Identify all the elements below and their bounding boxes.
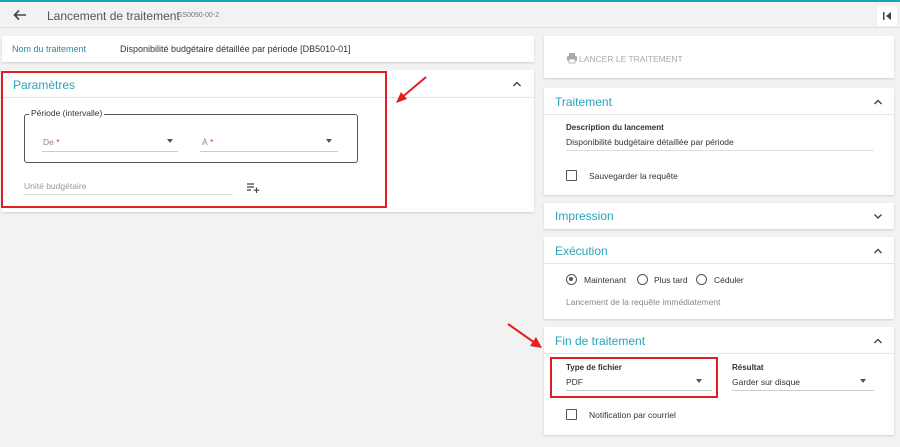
skip-left-icon	[883, 12, 891, 20]
annotation-arrow-icon	[507, 323, 542, 348]
radio-maintenant-label: Maintenant	[584, 275, 627, 285]
launch-card: LANCER LE TRAITEMENT	[544, 36, 894, 78]
launch-button[interactable]: LANCER LE TRAITEMENT	[566, 52, 726, 66]
execution-info: Lancement de la requête immédiatement	[566, 297, 721, 307]
traitement-name-card: Nom du traitement Disponibilité budgétai…	[2, 36, 534, 62]
collapse-panel-button[interactable]	[877, 6, 897, 26]
resultat-label: Résultat	[732, 363, 764, 372]
traitement-title: Traitement	[555, 95, 612, 109]
chevron-down-icon[interactable]	[873, 211, 883, 221]
chevron-up-icon[interactable]	[873, 246, 883, 256]
app-header: Lancement de traitement GS0090-00-2	[0, 2, 900, 28]
arrow-left-icon[interactable]	[12, 7, 28, 23]
traitement-separator	[544, 114, 894, 115]
page-title: Lancement de traitement	[47, 9, 180, 23]
radio-plus-tard[interactable]	[637, 274, 648, 285]
chevron-up-icon[interactable]	[873, 97, 883, 107]
annotation-box-type-fichier	[550, 357, 718, 398]
notification-checkbox[interactable]	[566, 409, 577, 420]
caret-down-icon[interactable]	[860, 379, 866, 383]
description-label: Description du lancement	[566, 123, 664, 132]
save-query-label: Sauvegarder la requête	[589, 171, 678, 181]
launch-button-label: LANCER LE TRAITEMENT	[579, 54, 683, 64]
execution-card: Exécution Maintenant Plus tard Céduler L…	[544, 237, 894, 319]
save-query-checkbox[interactable]	[566, 170, 577, 181]
chevron-up-icon[interactable]	[512, 79, 522, 89]
annotation-box-parametres	[1, 71, 387, 208]
traitement-card: Traitement Description du lancement Disp…	[544, 88, 894, 195]
description-underline	[566, 150, 874, 151]
resultat-value: Garder sur disque	[732, 377, 801, 387]
annotation-arrow-icon	[396, 76, 427, 103]
description-value[interactable]: Disponibilité budgétaire détaillée par p…	[566, 137, 734, 147]
traitement-name-value: Disponibilité budgétaire détaillée par p…	[120, 44, 351, 54]
radio-maintenant[interactable]	[566, 274, 577, 285]
radio-ceduler-label: Céduler	[714, 275, 744, 285]
printer-icon	[567, 53, 577, 64]
radio-plus-tard-label: Plus tard	[654, 275, 688, 285]
impression-title: Impression	[555, 209, 614, 223]
radio-ceduler[interactable]	[696, 274, 707, 285]
page-code: GS0090-00-2	[177, 12, 220, 19]
fin-traitement-separator	[544, 353, 894, 354]
traitement-name-label: Nom du traitement	[12, 44, 87, 54]
fin-traitement-title: Fin de traitement	[555, 334, 646, 348]
notification-label: Notification par courriel	[589, 410, 676, 420]
execution-title: Exécution	[555, 244, 608, 258]
impression-card[interactable]: Impression	[544, 203, 894, 229]
execution-separator	[544, 263, 894, 264]
resultat-select[interactable]	[732, 390, 874, 391]
chevron-up-icon[interactable]	[873, 336, 883, 346]
